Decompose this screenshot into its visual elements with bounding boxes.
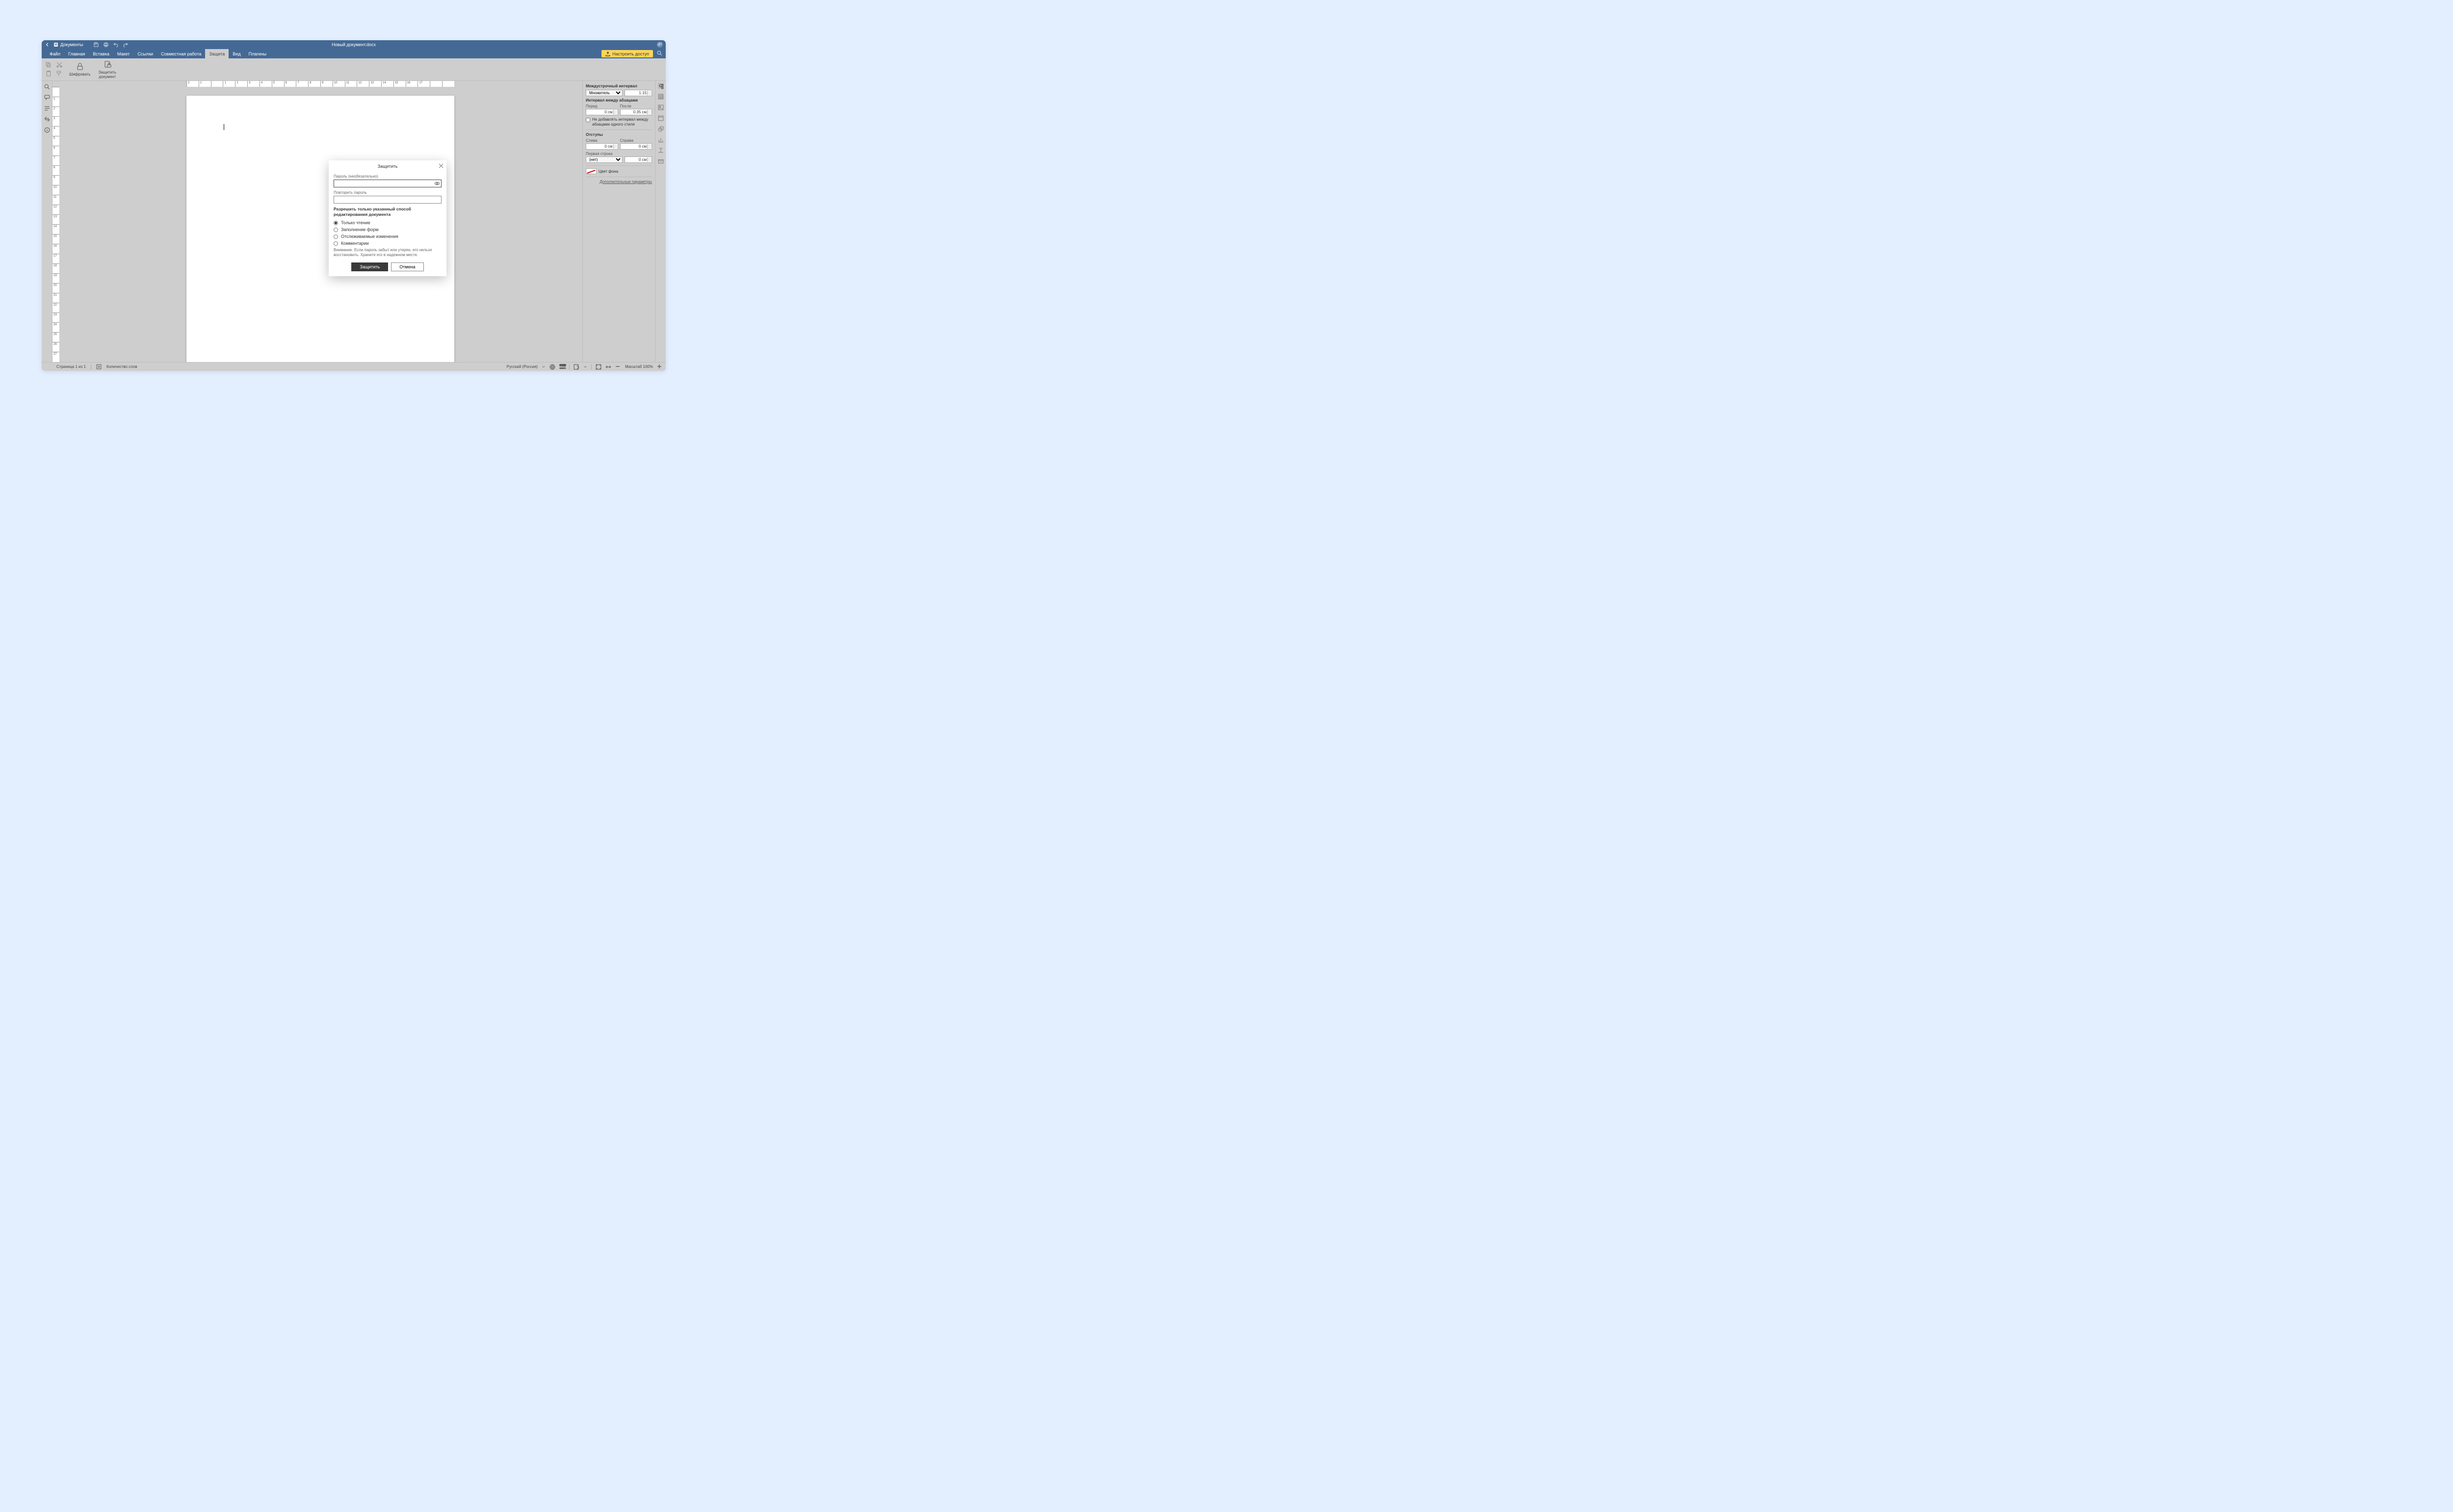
protect-button[interactable]: Защитить	[351, 262, 388, 271]
radio-icon	[334, 228, 338, 232]
repeat-password-label: Повторить пароль	[334, 190, 442, 195]
show-password-icon[interactable]	[435, 181, 440, 186]
radio-icon	[334, 221, 338, 225]
dialog-title-bar: Защитить	[329, 160, 446, 172]
radio-icon	[334, 241, 338, 246]
radio-comments-label: Комментарии	[341, 241, 369, 246]
protect-dialog: Защитить Пароль (необязательно) Повторит…	[329, 160, 446, 276]
radio-comments[interactable]: Комментарии	[334, 241, 442, 246]
radio-tracked-changes-label: Отслеживаемые изменения	[341, 234, 398, 239]
password-input[interactable]	[334, 180, 442, 187]
dialog-body: Пароль (необязательно) Повторить пароль …	[329, 172, 446, 276]
radio-fill-forms[interactable]: Заполнение форм	[334, 227, 442, 232]
radio-fill-forms-label: Заполнение форм	[341, 227, 378, 232]
radio-readonly[interactable]: Только чтение	[334, 220, 442, 225]
repeat-password-field-wrap	[334, 196, 442, 204]
modal-overlay: Защитить Пароль (необязательно) Повторит…	[42, 40, 666, 371]
editing-mode-section-title: Разрешить только указанный способ редакт…	[334, 207, 442, 217]
radio-icon	[334, 235, 338, 239]
close-icon[interactable]	[439, 163, 444, 168]
cancel-button[interactable]: Отмена	[391, 262, 423, 271]
password-label: Пароль (необязательно)	[334, 174, 442, 179]
dialog-button-row: Защитить Отмена	[334, 262, 442, 271]
dialog-title: Защитить	[378, 164, 398, 169]
radio-tracked-changes[interactable]: Отслеживаемые изменения	[334, 234, 442, 239]
app-window: Документы Новый документ.docx ДП Файл Гл…	[42, 40, 666, 371]
repeat-password-input[interactable]	[334, 196, 442, 204]
password-warning: Внимание. Если пароль забыт или утерян, …	[334, 248, 442, 258]
password-field-wrap	[334, 180, 442, 187]
radio-readonly-label: Только чтение	[341, 220, 370, 225]
